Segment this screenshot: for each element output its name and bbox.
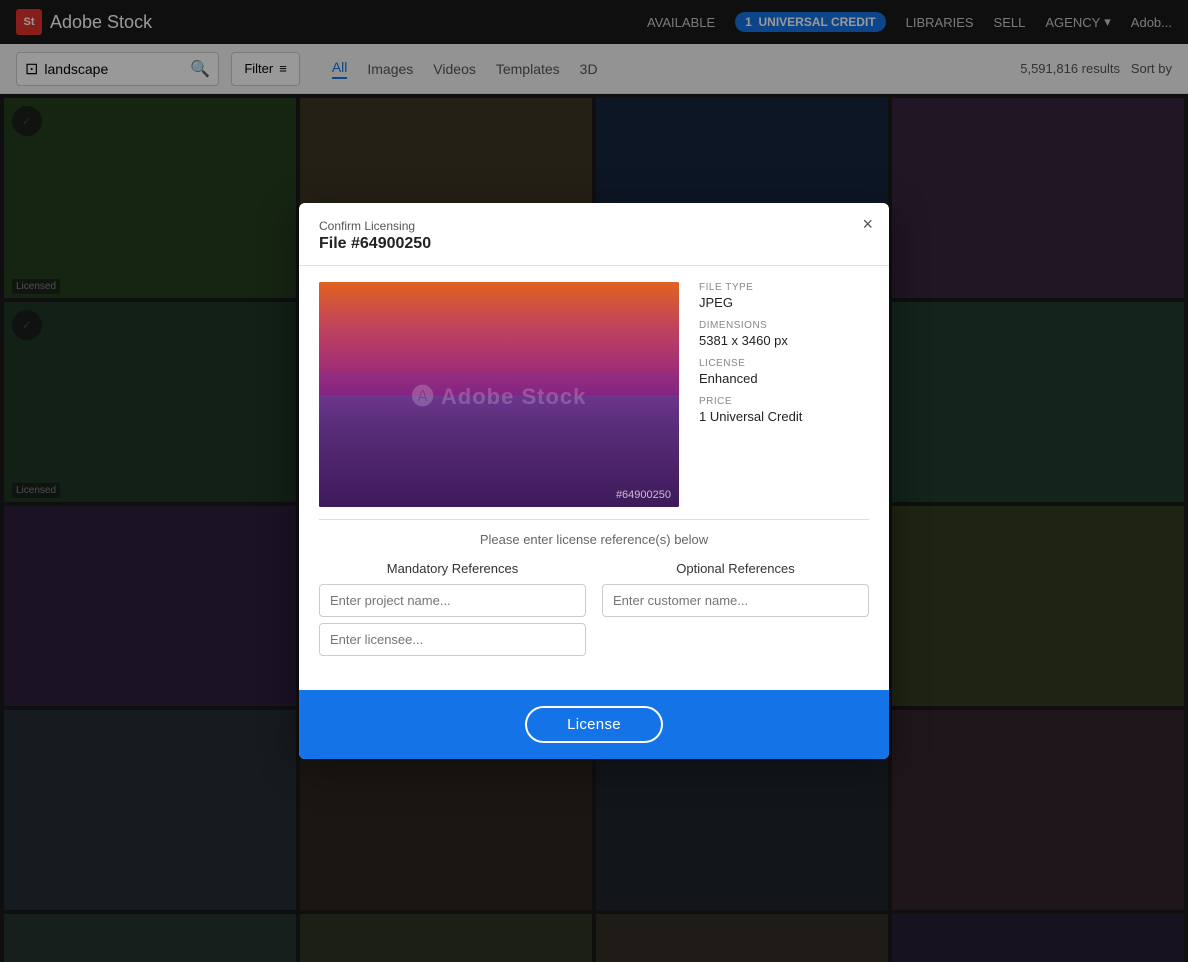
modal-content-row: 🅐 Adobe Stock #64900250 FILE TYPE JPEG D… — [319, 282, 869, 507]
mandatory-label: Mandatory References — [319, 561, 586, 576]
modal-separator — [319, 519, 869, 520]
optional-label: Optional References — [602, 561, 869, 576]
modal-image-preview: 🅐 Adobe Stock #64900250 — [319, 282, 679, 507]
modal-subtitle: Confirm Licensing — [319, 219, 869, 233]
customer-name-input[interactable] — [602, 584, 869, 617]
optional-references-col: Optional References — [602, 561, 869, 662]
license-row: LICENSE Enhanced — [699, 358, 869, 386]
modal-close-button[interactable]: × — [862, 215, 873, 233]
watermark: 🅐 Adobe Stock — [412, 379, 587, 411]
licensee-input[interactable] — [319, 623, 586, 656]
license-value: Enhanced — [699, 371, 869, 386]
confirm-licensing-modal: Confirm Licensing File #64900250 × 🅐 Ado… — [299, 203, 889, 759]
price-value: 1 Universal Credit — [699, 409, 869, 424]
license-label: LICENSE — [699, 358, 869, 369]
modal-file-details: FILE TYPE JPEG DIMENSIONS 5381 x 3460 px… — [699, 282, 869, 507]
references-row: Mandatory References Optional References — [319, 561, 869, 662]
image-id: #64900250 — [616, 489, 671, 501]
file-type-row: FILE TYPE JPEG — [699, 282, 869, 310]
file-type-label: FILE TYPE — [699, 282, 869, 293]
file-type-value: JPEG — [699, 295, 869, 310]
dimensions-value: 5381 x 3460 px — [699, 333, 869, 348]
license-instruction: Please enter license reference(s) below — [319, 532, 869, 547]
price-label: PRICE — [699, 396, 869, 407]
mandatory-references-col: Mandatory References — [319, 561, 586, 662]
modal-header: Confirm Licensing File #64900250 × — [299, 203, 889, 266]
modal-body: 🅐 Adobe Stock #64900250 FILE TYPE JPEG D… — [299, 266, 889, 690]
dimensions-row: DIMENSIONS 5381 x 3460 px — [699, 320, 869, 348]
project-name-input[interactable] — [319, 584, 586, 617]
modal-footer: License — [299, 690, 889, 759]
dimensions-label: DIMENSIONS — [699, 320, 869, 331]
license-button[interactable]: License — [525, 706, 663, 743]
price-row: PRICE 1 Universal Credit — [699, 396, 869, 424]
modal-title: File #64900250 — [319, 235, 869, 253]
